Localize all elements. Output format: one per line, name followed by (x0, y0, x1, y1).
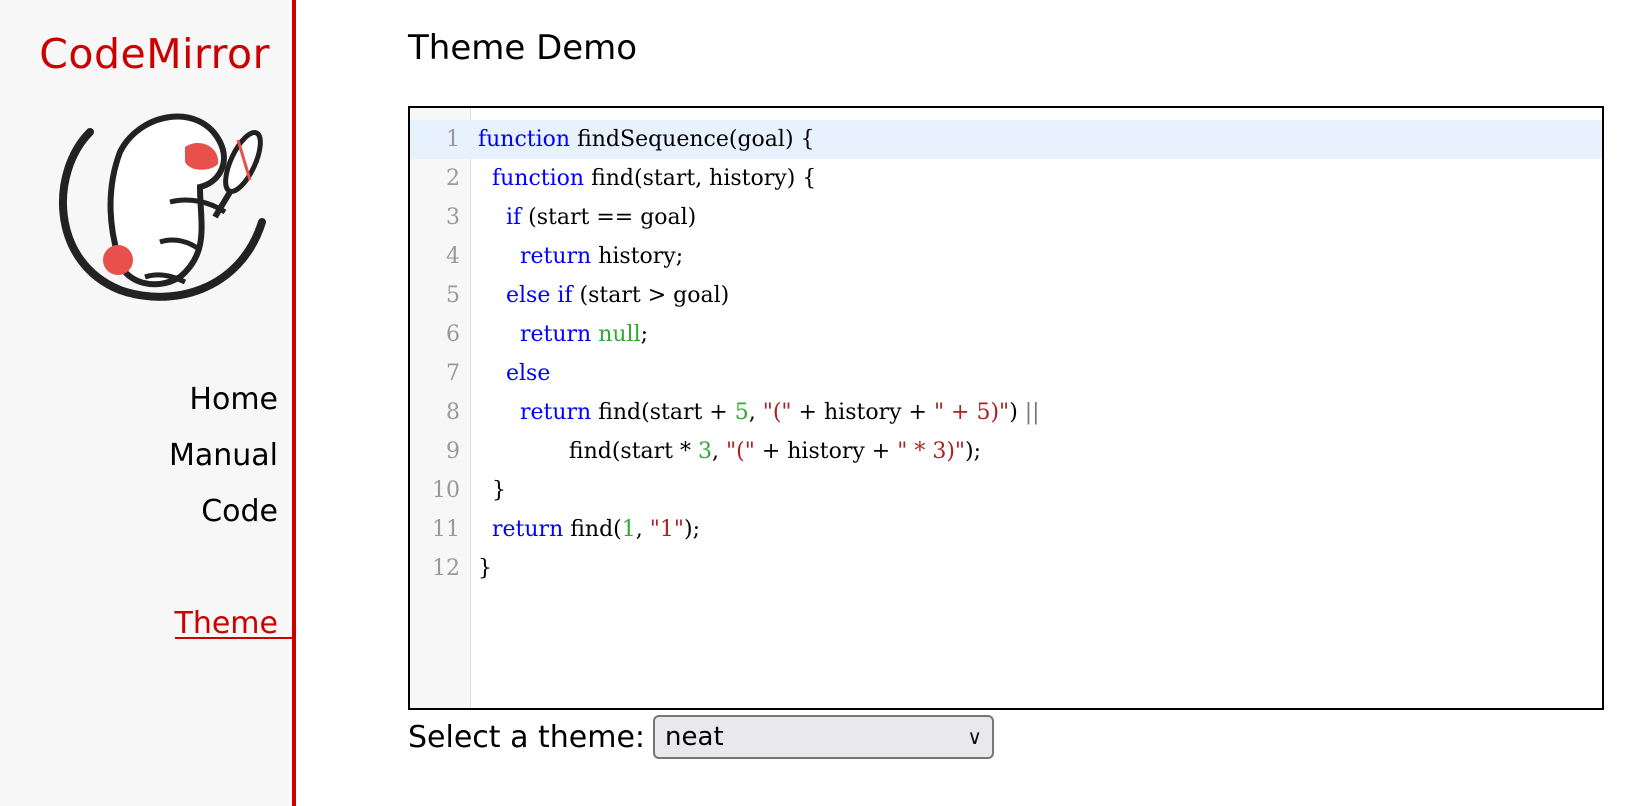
codemirror-monkey-logo-icon[interactable] (50, 92, 280, 304)
code-line[interactable]: 6 return null; (410, 315, 1602, 354)
line-number: 3 (446, 205, 460, 230)
code-text: return history; (519, 244, 684, 269)
code-text: find(start * 3, "(" + history + " * 3)")… (478, 439, 982, 464)
code-text: } (478, 556, 492, 581)
code-line[interactable]: 9 find(start * 3, "(" + history + " * 3)… (410, 432, 1602, 471)
code-editor[interactable]: 1 function findSequence(goal) { 2 function… (408, 106, 1604, 710)
code-line[interactable]: 10 } (410, 471, 1602, 510)
code-line[interactable]: 5 else if (start > goal) (410, 276, 1602, 315)
code-text: function find(start, history) { (492, 166, 817, 191)
line-number: 6 (446, 322, 460, 347)
code-line[interactable]: 7 else (410, 354, 1602, 393)
code-text: } (478, 478, 506, 503)
code-line[interactable]: 12} (410, 549, 1602, 588)
code-text: if (start == goal) (505, 205, 697, 230)
code-text: return null; (519, 322, 649, 347)
theme-select-row: Select a theme: neat ∨ (408, 714, 995, 760)
line-number: 1 (446, 127, 460, 152)
line-number: 7 (446, 361, 460, 386)
code-lines: 1 function findSequence(goal) { 2 function… (410, 120, 1602, 588)
theme-select-label: Select a theme: (408, 719, 646, 755)
code-line[interactable]: 4 return history; (410, 237, 1602, 276)
sidebar: CodeMirror Home Manual Code Theme (0, 0, 296, 806)
nav-manual[interactable]: Manual (169, 428, 278, 484)
logo-text[interactable]: CodeMirror (39, 30, 270, 78)
active-nav-underline (175, 637, 296, 639)
main-nav: Home Manual Code Theme (169, 372, 278, 652)
line-number: 11 (432, 517, 460, 542)
page-title: Theme Demo (408, 28, 638, 68)
line-number: 5 (446, 283, 460, 308)
code-text: else (505, 361, 551, 386)
nav-code[interactable]: Code (169, 484, 278, 540)
line-number: 8 (446, 400, 460, 425)
chevron-down-icon: ∨ (967, 725, 983, 749)
code-text: return find(1, "1"); (492, 517, 700, 542)
code-text: function findSequence(goal) { (478, 127, 815, 152)
line-number: 9 (446, 439, 460, 464)
code-line[interactable]: 3 if (start == goal) (410, 198, 1602, 237)
code-line[interactable]: 1 function findSequence(goal) { (410, 120, 1602, 159)
line-number: 12 (432, 556, 460, 581)
code-text: return find(start + 5, "(" + history + "… (519, 400, 1040, 425)
code-line[interactable]: 8 return find(start + 5, "(" + history +… (410, 393, 1602, 432)
nav-theme[interactable]: Theme (169, 596, 278, 652)
line-number: 4 (446, 244, 460, 269)
theme-select[interactable]: neat ∨ (653, 715, 995, 759)
nav-home[interactable]: Home (169, 372, 278, 428)
line-number: 2 (446, 166, 460, 191)
code-text: else if (start > goal) (505, 283, 730, 308)
theme-select-value: neat (665, 722, 724, 752)
code-line[interactable]: 11 return find(1, "1"); (410, 510, 1602, 549)
code-line[interactable]: 2 function find(start, history) { (410, 159, 1602, 198)
line-number: 10 (432, 478, 460, 503)
